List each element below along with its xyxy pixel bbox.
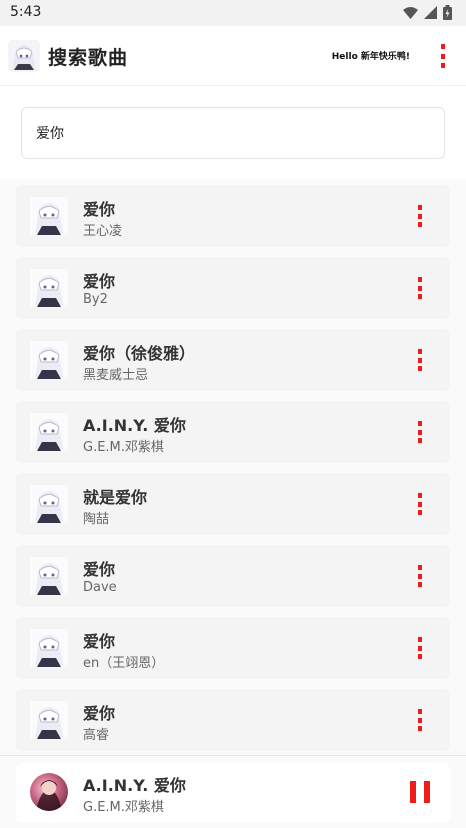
song-list[interactable]: 爱你 王心凌 爱你 By2 爱你（徐俊雅） 黑麦威士忌 A.I.N.Y. 爱你 G.E.M.邓… xyxy=(0,179,466,755)
greeting-text: Hello 新年快乐鸭! xyxy=(331,52,410,62)
status-time: 5:43 xyxy=(10,4,42,20)
signal-icon xyxy=(424,6,437,19)
song-thumbnail xyxy=(30,341,68,379)
now-playing-artist: G.E.M.邓紫棋 xyxy=(83,800,164,815)
list-item[interactable]: 爱你 Dave xyxy=(16,545,450,607)
song-thumbnail xyxy=(30,557,68,595)
search-field[interactable] xyxy=(21,107,445,159)
song-thumbnail xyxy=(30,629,68,667)
battery-icon xyxy=(443,5,452,20)
more-vertical-icon[interactable] xyxy=(416,421,424,443)
more-vertical-icon[interactable] xyxy=(416,205,424,227)
song-title: 爱你 xyxy=(83,200,116,219)
status-bar: 5:43 xyxy=(0,0,466,26)
song-thumbnail xyxy=(30,485,68,523)
album-cover[interactable] xyxy=(30,773,68,811)
song-thumbnail xyxy=(30,269,68,307)
song-title: 爱你 xyxy=(83,272,116,291)
pause-icon xyxy=(410,781,416,803)
more-vertical-icon[interactable] xyxy=(416,709,424,731)
song-artist: 陶喆 xyxy=(83,512,110,527)
pause-button[interactable] xyxy=(410,781,430,803)
more-vertical-icon[interactable] xyxy=(438,44,448,68)
list-item[interactable]: 爱你 高睿 xyxy=(16,689,450,751)
more-vertical-icon[interactable] xyxy=(416,493,424,515)
anime-avatar-icon[interactable] xyxy=(8,40,40,72)
song-artist: 高睿 xyxy=(83,728,110,743)
song-title: 爱你（徐俊雅） xyxy=(83,344,196,363)
song-thumbnail xyxy=(30,701,68,739)
song-artist: Dave xyxy=(83,580,117,595)
song-title: 爱你 xyxy=(83,632,116,651)
song-title: A.I.N.Y. 爱你 xyxy=(83,416,186,435)
song-thumbnail xyxy=(30,413,68,451)
search-input[interactable] xyxy=(36,125,444,141)
list-item[interactable]: 爱你（徐俊雅） 黑麦威士忌 xyxy=(16,329,450,391)
more-vertical-icon[interactable] xyxy=(416,349,424,371)
app-bar: 搜索歌曲 Hello 新年快乐鸭! xyxy=(0,26,466,86)
more-vertical-icon[interactable] xyxy=(416,565,424,587)
song-title: 爱你 xyxy=(83,560,116,579)
list-item[interactable]: 爱你 By2 xyxy=(16,257,450,319)
song-artist: en（王翊恩） xyxy=(83,656,165,671)
page-title: 搜索歌曲 xyxy=(48,47,129,69)
song-artist: 黑麦威士忌 xyxy=(83,368,149,383)
more-vertical-icon[interactable] xyxy=(416,277,424,299)
more-vertical-icon[interactable] xyxy=(416,637,424,659)
now-playing-title: A.I.N.Y. 爱你 xyxy=(83,776,186,795)
song-thumbnail xyxy=(30,197,68,235)
song-artist: 王心凌 xyxy=(83,224,123,239)
list-item[interactable]: A.I.N.Y. 爱你 G.E.M.邓紫棋 xyxy=(16,401,450,463)
song-artist: By2 xyxy=(83,292,108,307)
mini-player: A.I.N.Y. 爱你 G.E.M.邓紫棋 xyxy=(0,755,466,828)
list-item[interactable]: 爱你 en（王翊恩） xyxy=(16,617,450,679)
list-item[interactable]: 爱你 王心凌 xyxy=(16,185,450,247)
status-icons xyxy=(403,5,452,20)
song-artist: G.E.M.邓紫棋 xyxy=(83,440,164,455)
song-title: 爱你 xyxy=(83,704,116,723)
now-playing-card[interactable]: A.I.N.Y. 爱你 G.E.M.邓紫棋 xyxy=(16,763,450,823)
list-item[interactable]: 就是爱你 陶喆 xyxy=(16,473,450,535)
wifi-icon xyxy=(403,7,418,19)
song-title: 就是爱你 xyxy=(83,488,148,507)
